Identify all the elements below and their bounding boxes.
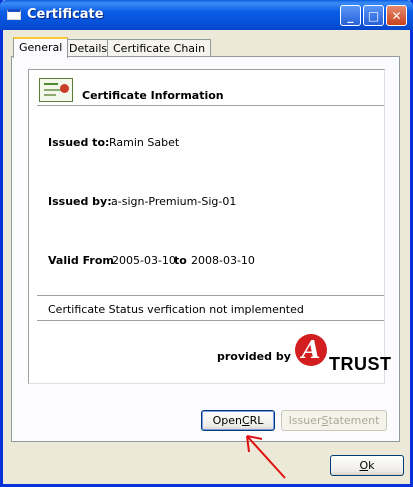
- window-icon: [7, 9, 21, 20]
- red-arrow-annotation: [246, 435, 286, 479]
- accelerator-key: S: [321, 414, 329, 427]
- accelerator-key: O: [359, 459, 369, 472]
- issued-to-value: Ramin Sabet: [109, 136, 180, 149]
- button-label: tatement: [328, 414, 380, 427]
- issued-to-label: Issued to:: [48, 136, 110, 149]
- atrust-logo: A TRUST: [295, 334, 391, 378]
- window-title: Certificate: [27, 7, 104, 22]
- button-label: k: [368, 459, 375, 472]
- status-text: Certificate Status verfication not imple…: [48, 303, 304, 316]
- divider: [37, 295, 384, 296]
- valid-from-label: Valid From: [48, 254, 114, 267]
- valid-to-label: to: [174, 254, 187, 267]
- maximize-icon: □: [367, 8, 380, 23]
- open-crl-button[interactable]: Open C RL: [201, 410, 275, 431]
- button-label: Open: [212, 414, 242, 427]
- divider: [37, 320, 384, 321]
- issuer-statement-button[interactable]: Issuer Statement: [281, 410, 387, 431]
- tab-certificate-chain[interactable]: Certificate Chain: [107, 39, 212, 57]
- certificate-dialog: Certificate _ □ ✕ General Details Certif…: [0, 0, 413, 487]
- minimize-icon: _: [347, 8, 354, 23]
- certificate-info-box: Certificate Information Issued to: Ramin…: [28, 69, 391, 384]
- minimize-button[interactable]: _: [340, 5, 361, 26]
- tab-general[interactable]: General: [13, 37, 69, 58]
- maximize-button[interactable]: □: [363, 5, 384, 26]
- ok-button[interactable]: Ok: [330, 455, 404, 476]
- issued-by-label: Issued by:: [48, 195, 112, 208]
- close-icon: ✕: [391, 8, 402, 23]
- accelerator-key: C: [241, 414, 250, 427]
- button-label: RL: [249, 414, 264, 427]
- valid-to-value: 2008-03-10: [191, 254, 255, 267]
- valid-from-value: 2005-03-10: [112, 254, 176, 267]
- atrust-logo-word: TRUST: [329, 354, 392, 374]
- provided-by-label: provided by: [217, 350, 291, 363]
- tab-details[interactable]: Details: [63, 39, 114, 57]
- issued-by-value: a-sign-Premium-Sig-01: [111, 195, 237, 208]
- atrust-logo-mark: A: [295, 334, 327, 366]
- info-heading: Certificate Information: [82, 89, 224, 102]
- button-label: Issuer: [288, 414, 322, 427]
- title-bar[interactable]: Certificate _ □ ✕: [0, 0, 413, 30]
- general-tab-panel: Certificate Information Issued to: Ramin…: [11, 56, 400, 442]
- certificate-icon: [39, 78, 73, 102]
- divider: [37, 105, 384, 106]
- close-button[interactable]: ✕: [386, 5, 407, 26]
